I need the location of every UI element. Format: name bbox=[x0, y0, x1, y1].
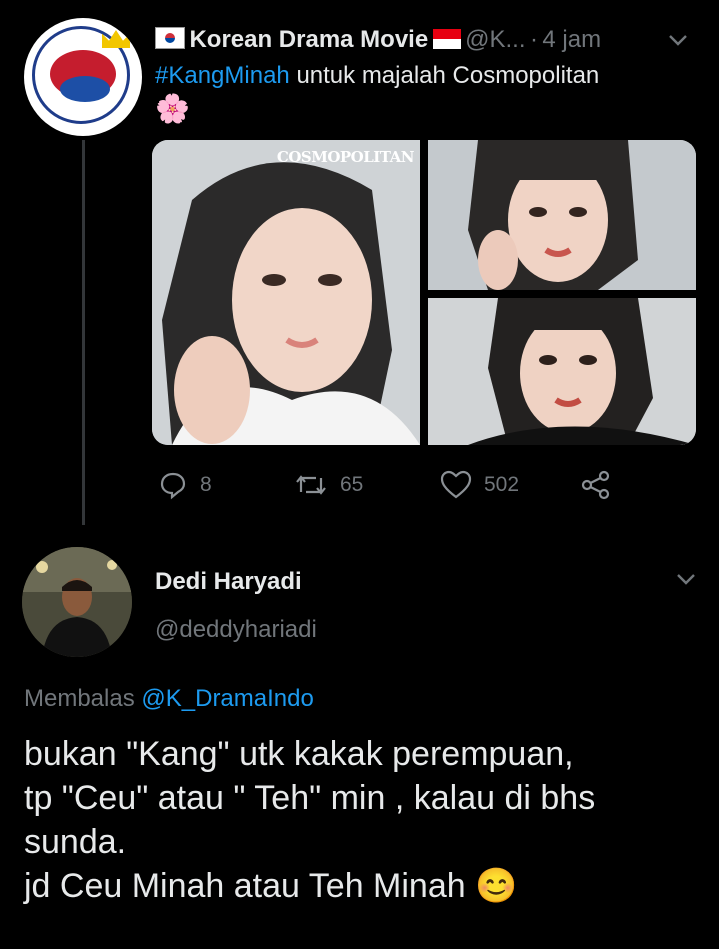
replying-prefix: Membalas bbox=[24, 685, 135, 712]
like-action[interactable]: 502 bbox=[440, 470, 519, 500]
tweet-emoji: 🌸 bbox=[155, 93, 190, 124]
retweet-count: 65 bbox=[340, 473, 364, 496]
author-avatar[interactable] bbox=[24, 18, 142, 136]
korea-flag-icon bbox=[155, 27, 185, 49]
media-image-3[interactable] bbox=[428, 298, 696, 445]
like-count: 502 bbox=[484, 473, 520, 496]
reply-author-name[interactable]: Dedi Haryadi bbox=[155, 567, 302, 597]
separator-dot: · bbox=[529, 26, 538, 53]
author-handle[interactable]: @K... bbox=[465, 26, 525, 53]
author-name[interactable]: Korean Drama Movie bbox=[189, 26, 428, 53]
reply-author-avatar[interactable] bbox=[22, 547, 132, 657]
retweet-icon bbox=[296, 475, 326, 495]
reply-line-1: bukan "Kang" utk kakak perempuan, bbox=[24, 735, 574, 773]
media-image-2[interactable] bbox=[428, 140, 696, 290]
reply-count: 8 bbox=[200, 473, 212, 496]
photo-woman-1 bbox=[152, 140, 420, 445]
reply-chevron-down-icon[interactable] bbox=[674, 567, 698, 591]
heart-icon bbox=[440, 470, 472, 499]
tweet-time[interactable]: 4 jam bbox=[542, 26, 601, 53]
chevron-down-icon[interactable] bbox=[666, 28, 690, 52]
reply-author-handle[interactable]: @deddyhariadi bbox=[155, 615, 317, 645]
reply-body: bukan "Kang" utk kakak perempuan, tp "Ce… bbox=[24, 732, 595, 908]
reply-line-4: jd Ceu Minah atau Teh Minah bbox=[24, 867, 466, 905]
reply-line-4-wrap: jd Ceu Minah atau Teh Minah 😊 bbox=[24, 864, 595, 908]
replying-to-link[interactable]: @K_DramaIndo bbox=[141, 685, 313, 712]
photo-woman-3 bbox=[428, 298, 696, 445]
avatar-blue-shape bbox=[60, 76, 110, 102]
tweet-text: #KangMinah untuk majalah Cosmopolitan bbox=[155, 60, 599, 92]
retweet-action[interactable]: 65 bbox=[294, 470, 363, 500]
indonesia-flag-icon bbox=[432, 29, 461, 49]
media-image-1[interactable]: COSMOPOLITAN bbox=[152, 140, 420, 445]
reply-icon bbox=[160, 472, 186, 500]
replying-to: Membalas @K_DramaIndo bbox=[24, 684, 314, 714]
thread-line bbox=[82, 140, 85, 525]
reply-action[interactable]: 8 bbox=[158, 470, 212, 500]
hashtag-link[interactable]: #KangMinah bbox=[155, 62, 290, 89]
tweet-header: Korean Drama Movie @K... · 4 jam bbox=[155, 24, 601, 59]
share-icon[interactable] bbox=[580, 470, 612, 500]
reply-line-2: tp "Ceu" atau " Teh" min , kalau di bhs bbox=[24, 779, 596, 817]
smile-emoji: 😊 bbox=[475, 867, 518, 905]
reply-line-3: sunda. bbox=[24, 823, 127, 861]
magazine-logo: COSMOPOLITAN bbox=[276, 148, 415, 166]
photo-woman-2 bbox=[428, 140, 696, 290]
tweet-body: untuk majalah Cosmopolitan bbox=[296, 62, 600, 89]
